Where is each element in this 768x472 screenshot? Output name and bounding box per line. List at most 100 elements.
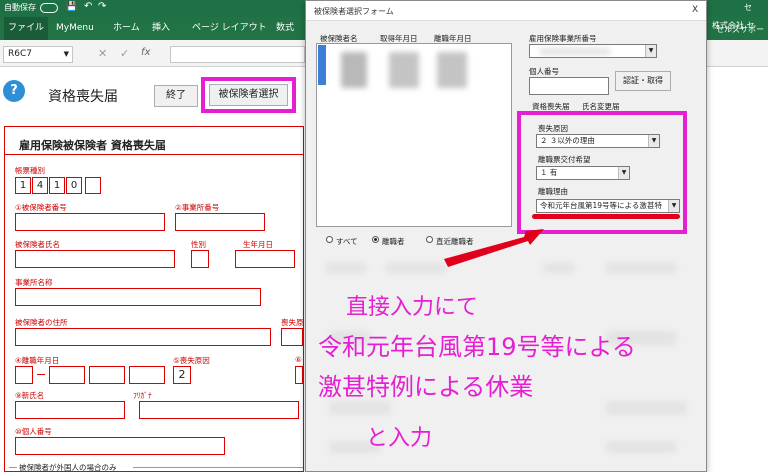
app-label: セ	[744, 3, 752, 12]
insured-list[interactable]	[316, 43, 512, 227]
personal-number-field[interactable]	[15, 437, 225, 455]
office-number-select[interactable]: ▼	[529, 44, 657, 58]
office-name-label: 事業所名称	[15, 278, 53, 287]
radio-retired-label: 離職者	[382, 237, 405, 246]
tab-home[interactable]: ホーム	[109, 17, 144, 40]
loss-cause-select[interactable]: ２ ３以外の理由 ▼	[536, 134, 660, 148]
new-name-field[interactable]	[15, 401, 125, 419]
new-name-label: ⑨新氏名	[15, 391, 45, 400]
loss-cause-value: ２ ３以外の理由	[540, 136, 595, 145]
office-number-label: 雇用保険事業所番号	[529, 34, 597, 43]
kana-label: ﾌﾘｶﾞﾅ	[133, 391, 152, 400]
address-label: 被保険者の住所	[15, 318, 68, 327]
personal-number-label: 個人番号	[529, 67, 559, 76]
office-name-field[interactable]	[15, 288, 261, 306]
leave-date-year-field[interactable]	[49, 366, 85, 384]
form-type-extra-cell[interactable]	[85, 177, 101, 194]
tab-file[interactable]: ファイル	[4, 17, 49, 40]
cancel-icon[interactable]: ✕	[98, 47, 107, 60]
office-number-field[interactable]	[175, 213, 265, 231]
radio-all[interactable]	[326, 236, 333, 243]
form-divider	[5, 154, 303, 155]
autosave-toggle[interactable]	[40, 3, 58, 13]
leave-date-era-field[interactable]	[15, 366, 33, 384]
annotation-line-1: 直接入力にて	[346, 295, 479, 320]
insured-number-label: ①被保険者番号	[15, 203, 67, 212]
close-icon[interactable]: X	[692, 5, 698, 15]
select-insured-button[interactable]: 被保険者選択	[209, 84, 288, 106]
kana-field[interactable]	[139, 401, 299, 419]
loss-cause-label: ⑤喪失原因	[173, 356, 210, 365]
form-type-digit-3[interactable]: 1	[49, 177, 65, 194]
tab-mymenu[interactable]: MyMenu	[52, 17, 98, 40]
leave-date-month-field[interactable]	[89, 366, 125, 384]
foreigner-section-label: 被保険者が外国人の場合のみ	[19, 463, 117, 472]
list-selection-marker	[318, 45, 326, 85]
form-type-digit-2[interactable]: 4	[32, 177, 48, 194]
save-icon[interactable]: 💾	[66, 2, 77, 12]
address-field[interactable]	[15, 328, 271, 346]
name-box[interactable]: R6C7 ▼	[3, 46, 73, 63]
reason-value: 令和元年台風第19号等による激甚特	[540, 201, 662, 210]
office-number-label: ②事業所番号	[175, 203, 220, 212]
auth-fetch-button[interactable]: 認証・取得	[615, 71, 671, 91]
list-item[interactable]	[389, 52, 419, 88]
leave-date-day-field[interactable]	[129, 366, 165, 384]
list-item[interactable]	[341, 52, 367, 88]
annotation-line-2: 令和元年台風第19号等による	[318, 333, 636, 361]
insured-number-field[interactable]	[15, 213, 165, 231]
personal-number-input[interactable]	[529, 77, 609, 95]
loss-cause-field[interactable]: 2	[173, 366, 191, 384]
loss-notification-form: 雇用保険被保険者 資格喪失届 帳票種別 1 4 1 0 ①被保険者番号 ②事業所…	[4, 126, 304, 472]
insured-name-field[interactable]	[15, 250, 175, 268]
end-button[interactable]: 終了	[154, 85, 198, 107]
field-six-label: ⑥	[295, 355, 302, 364]
cell-reference: R6C7	[8, 49, 32, 59]
annotation-arrow	[444, 229, 544, 267]
enter-icon[interactable]: ✓	[120, 47, 129, 60]
help-icon[interactable]: ?	[3, 80, 25, 102]
radio-recent-retired[interactable]	[426, 236, 433, 243]
list-item[interactable]	[437, 52, 467, 88]
annotation-line-4: と入力	[366, 426, 433, 451]
radio-all-label: すべて	[336, 237, 358, 246]
tab-formulas[interactable]: 数式	[272, 17, 298, 40]
tab-insert[interactable]: 挿入	[148, 17, 174, 40]
loss-cause-short-field[interactable]	[281, 328, 303, 346]
formula-input[interactable]	[170, 46, 305, 63]
form-type-digit-1[interactable]: 1	[15, 177, 31, 194]
form-type-label: 帳票種別	[15, 166, 45, 175]
certificate-value: １ 有	[540, 168, 558, 177]
birth-date-field[interactable]	[235, 250, 295, 268]
tab-cells-support[interactable]: セルズサポート	[712, 22, 768, 50]
certificate-label: 離職票交付希望	[538, 155, 591, 164]
undo-icon[interactable]: ↶	[84, 1, 92, 12]
reason-underline	[532, 214, 680, 219]
gender-field[interactable]	[191, 250, 209, 268]
field-six-cell[interactable]	[295, 366, 303, 384]
form-title: 雇用保険被保険者 資格喪失届	[19, 139, 166, 152]
chevron-down-icon[interactable]: ▼	[64, 47, 69, 62]
dialog-title: 被保険者選択フォーム	[314, 7, 394, 16]
reason-select[interactable]: 令和元年台風第19号等による激甚特 ▼	[536, 199, 680, 213]
redo-icon[interactable]: ↷	[98, 1, 106, 12]
loss-cause-label: 喪失原因	[538, 124, 568, 133]
chevron-down-icon[interactable]: ▼	[668, 200, 679, 212]
radio-retired[interactable]	[372, 236, 379, 243]
loss-cause-short-label: 喪失原	[281, 318, 304, 327]
annotation-line-3: 激甚特例による休業	[318, 373, 534, 401]
reason-label: 離職理由	[538, 187, 568, 196]
chevron-down-icon[interactable]: ▼	[648, 135, 659, 147]
leave-date-label: ④離職年月日	[15, 356, 60, 365]
arrow-shape	[444, 229, 544, 267]
certificate-select[interactable]: １ 有 ▼	[536, 166, 630, 180]
autosave-label[interactable]: 自動保存	[4, 2, 36, 13]
insured-name-label: 被保険者氏名	[15, 240, 60, 249]
personal-number-label: ⑩個人番号	[15, 427, 52, 436]
chevron-down-icon[interactable]: ▼	[618, 167, 629, 179]
page-title: 資格喪失届	[48, 89, 118, 105]
chevron-down-icon[interactable]: ▼	[645, 45, 656, 57]
tab-page-layout[interactable]: ページ レイアウト	[188, 17, 271, 40]
function-icon[interactable]: fx	[141, 47, 150, 58]
form-type-digit-4[interactable]: 0	[66, 177, 82, 194]
